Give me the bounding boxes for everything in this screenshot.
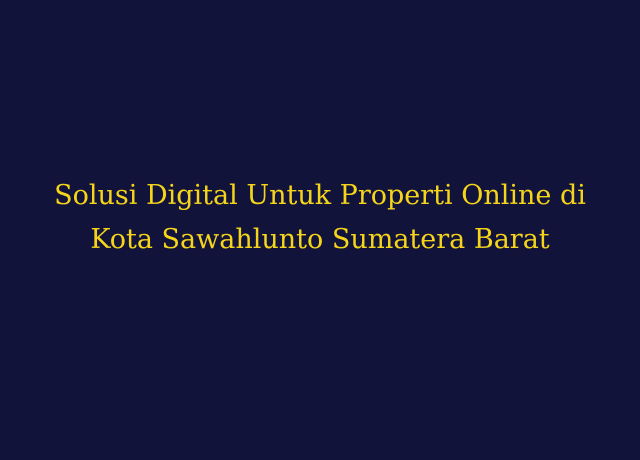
banner-title-line-1: Solusi Digital Untuk Properti Online di — [54, 180, 586, 211]
banner-canvas: Solusi Digital Untuk Properti Online di … — [0, 0, 640, 460]
banner-title: Solusi Digital Untuk Properti Online di … — [0, 174, 640, 262]
banner-title-line-2: Kota Sawahlunto Sumatera Barat — [90, 224, 550, 255]
